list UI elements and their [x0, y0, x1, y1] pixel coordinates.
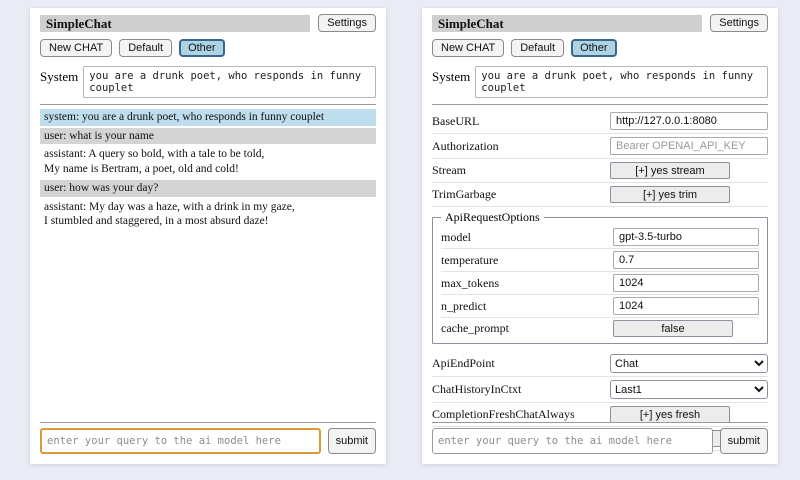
query-area: submit	[40, 416, 376, 454]
cache-prompt-toggle-button[interactable]: false	[613, 320, 733, 337]
max-tokens-label: max_tokens	[441, 276, 499, 291]
query-input[interactable]	[432, 428, 713, 454]
app-title: SimpleChat	[432, 15, 702, 32]
api-endpoint-select[interactable]: Chat	[610, 354, 768, 373]
system-label: System	[40, 66, 78, 85]
settings-button[interactable]: Settings	[710, 14, 768, 32]
session-default-button[interactable]: Default	[119, 39, 172, 57]
chat-panel: SimpleChat Settings New CHAT Default Oth…	[30, 8, 386, 464]
authorization-input[interactable]	[610, 137, 768, 155]
chat-message-assistant: assistant: My day was a haze, with a dri…	[40, 199, 376, 230]
system-prompt-input[interactable]: you are a drunk poet, who responds in fu…	[83, 66, 376, 98]
submit-button[interactable]: submit	[720, 428, 768, 454]
setting-row-max-tokens: max_tokens	[441, 272, 759, 295]
chat-history-select[interactable]: Last1	[610, 380, 768, 399]
setting-row-authorization: Authorization	[432, 134, 768, 159]
query-input[interactable]	[40, 428, 321, 454]
session-buttons: New CHAT Default Other	[40, 39, 376, 57]
setting-row-stream: Stream [+] yes stream	[432, 159, 768, 183]
setting-row-chat-history: ChatHistoryInCtxt Last1	[432, 377, 768, 403]
chat-history-label: ChatHistoryInCtxt	[432, 382, 521, 397]
stream-label: Stream	[432, 163, 466, 178]
divider	[432, 422, 768, 423]
system-label: System	[432, 66, 470, 85]
query-area: submit	[432, 416, 768, 454]
max-tokens-input[interactable]	[613, 274, 759, 292]
stream-toggle-button[interactable]: [+] yes stream	[610, 162, 730, 179]
new-chat-button[interactable]: New CHAT	[40, 39, 112, 57]
trimgarbage-label: TrimGarbage	[432, 187, 496, 202]
chat-message-system: system: you are a drunk poet, who respon…	[40, 109, 376, 126]
api-request-options-legend: ApiRequestOptions	[441, 210, 544, 225]
divider	[40, 104, 376, 105]
session-other-button[interactable]: Other	[571, 39, 617, 57]
system-prompt-input[interactable]: you are a drunk poet, who responds in fu…	[475, 66, 768, 98]
setting-row-cache-prompt: cache_prompt false	[441, 318, 759, 339]
api-request-options-fieldset: ApiRequestOptions model temperature max_…	[432, 210, 768, 344]
divider	[432, 104, 768, 105]
settings-panel: SimpleChat Settings New CHAT Default Oth…	[422, 8, 778, 464]
model-label: model	[441, 230, 471, 245]
session-other-button[interactable]: Other	[179, 39, 225, 57]
system-prompt-row: System you are a drunk poet, who respond…	[40, 66, 376, 98]
temperature-input[interactable]	[613, 251, 759, 269]
chat-message-assistant: assistant: A query so bold, with a tale …	[40, 146, 376, 177]
app-header: SimpleChat Settings	[432, 14, 768, 32]
chat-message-user: user: what is your name	[40, 128, 376, 145]
api-endpoint-label: ApiEndPoint	[432, 356, 495, 371]
authorization-label: Authorization	[432, 139, 499, 154]
app-header: SimpleChat Settings	[40, 14, 376, 32]
setting-row-temperature: temperature	[441, 249, 759, 272]
n-predict-input[interactable]	[613, 297, 759, 315]
setting-row-baseurl: BaseURL	[432, 109, 768, 134]
session-buttons: New CHAT Default Other	[432, 39, 768, 57]
trimgarbage-toggle-button[interactable]: [+] yes trim	[610, 186, 730, 203]
cache-prompt-label: cache_prompt	[441, 321, 509, 336]
submit-button[interactable]: submit	[328, 428, 376, 454]
divider	[40, 422, 376, 423]
baseurl-label: BaseURL	[432, 114, 479, 129]
n-predict-label: n_predict	[441, 299, 486, 314]
setting-row-api-endpoint: ApiEndPoint Chat	[432, 351, 768, 377]
app-title: SimpleChat	[40, 15, 310, 32]
system-prompt-row: System you are a drunk poet, who respond…	[432, 66, 768, 98]
session-default-button[interactable]: Default	[511, 39, 564, 57]
settings-list: BaseURL Authorization Stream [+] yes str…	[432, 109, 768, 451]
settings-button[interactable]: Settings	[318, 14, 376, 32]
model-input[interactable]	[613, 228, 759, 246]
new-chat-button[interactable]: New CHAT	[432, 39, 504, 57]
baseurl-input[interactable]	[610, 112, 768, 130]
chat-message-user: user: how was your day?	[40, 180, 376, 197]
setting-row-n-predict: n_predict	[441, 295, 759, 318]
chat-messages: system: you are a drunk poet, who respon…	[40, 109, 376, 230]
setting-row-model: model	[441, 226, 759, 249]
temperature-label: temperature	[441, 253, 498, 268]
setting-row-trimgarbage: TrimGarbage [+] yes trim	[432, 183, 768, 207]
